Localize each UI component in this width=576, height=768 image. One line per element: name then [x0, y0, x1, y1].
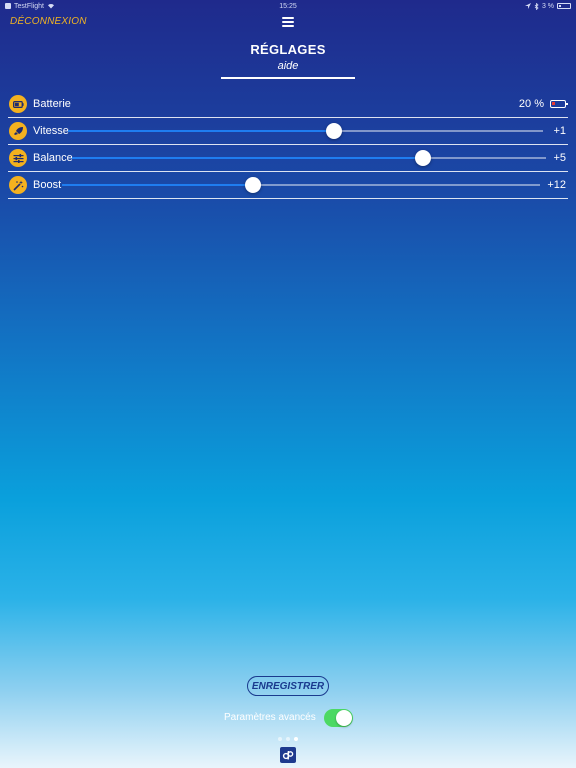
- speed-label: Vitesse: [33, 125, 69, 137]
- page-indicator[interactable]: [0, 737, 576, 741]
- status-time: 15:25: [279, 2, 297, 10]
- battery-icon: [9, 95, 27, 113]
- magic-wand-icon: [9, 176, 27, 194]
- status-bar: TestFlight 15:25 3 %: [0, 0, 576, 12]
- speed-value: +1: [553, 125, 566, 137]
- rocket-icon: [9, 122, 27, 140]
- balance-slider-thumb[interactable]: [414, 150, 431, 166]
- help-link[interactable]: aide: [0, 60, 576, 72]
- speed-slider[interactable]: [68, 123, 543, 139]
- page-dot[interactable]: [278, 737, 282, 741]
- sliders-icon: [9, 149, 27, 167]
- boost-slider-thumb[interactable]: [245, 177, 262, 193]
- advanced-settings-row: Paramètres avancés: [0, 708, 576, 728]
- status-battery-icon: [557, 3, 571, 9]
- page-title: RÉGLAGES: [250, 42, 326, 57]
- battery-value-group: 20 %: [518, 98, 568, 110]
- speed-slider-thumb[interactable]: [326, 123, 342, 139]
- balance-label: Balance: [33, 152, 73, 164]
- boost-row: Boost +12: [8, 172, 568, 199]
- hamburger-menu-icon[interactable]: [282, 17, 294, 27]
- top-bar: DÉCONNEXION: [0, 14, 576, 30]
- boost-value: +12: [547, 179, 566, 191]
- balance-slider[interactable]: [72, 150, 546, 166]
- save-button[interactable]: ENREGISTRER: [247, 676, 329, 696]
- boost-label: Boost: [33, 179, 62, 191]
- page-dot[interactable]: [286, 737, 290, 741]
- battery-level-icon: [550, 100, 568, 108]
- speed-row: Vitesse +1: [8, 118, 568, 145]
- battery-value: 20 %: [518, 98, 544, 110]
- battery-label: Batterie: [33, 98, 71, 110]
- logout-button[interactable]: DÉCONNEXION: [10, 16, 87, 27]
- settings-list: Batterie 20 % Vitesse +1 Balance +5 Boos…: [8, 91, 568, 199]
- title-block: RÉGLAGES aide: [0, 42, 576, 72]
- battery-row: Batterie 20 %: [8, 91, 568, 118]
- advanced-settings-label: Paramètres avancés: [224, 712, 316, 723]
- advanced-settings-toggle[interactable]: [324, 709, 353, 727]
- brand-logo-icon: [280, 747, 296, 763]
- balance-row: Balance +5: [8, 145, 568, 172]
- title-underline: [221, 77, 355, 79]
- balance-value: +5: [553, 152, 566, 164]
- page-dot[interactable]: [294, 737, 298, 741]
- toggle-knob: [336, 710, 352, 726]
- boost-slider[interactable]: [62, 177, 540, 193]
